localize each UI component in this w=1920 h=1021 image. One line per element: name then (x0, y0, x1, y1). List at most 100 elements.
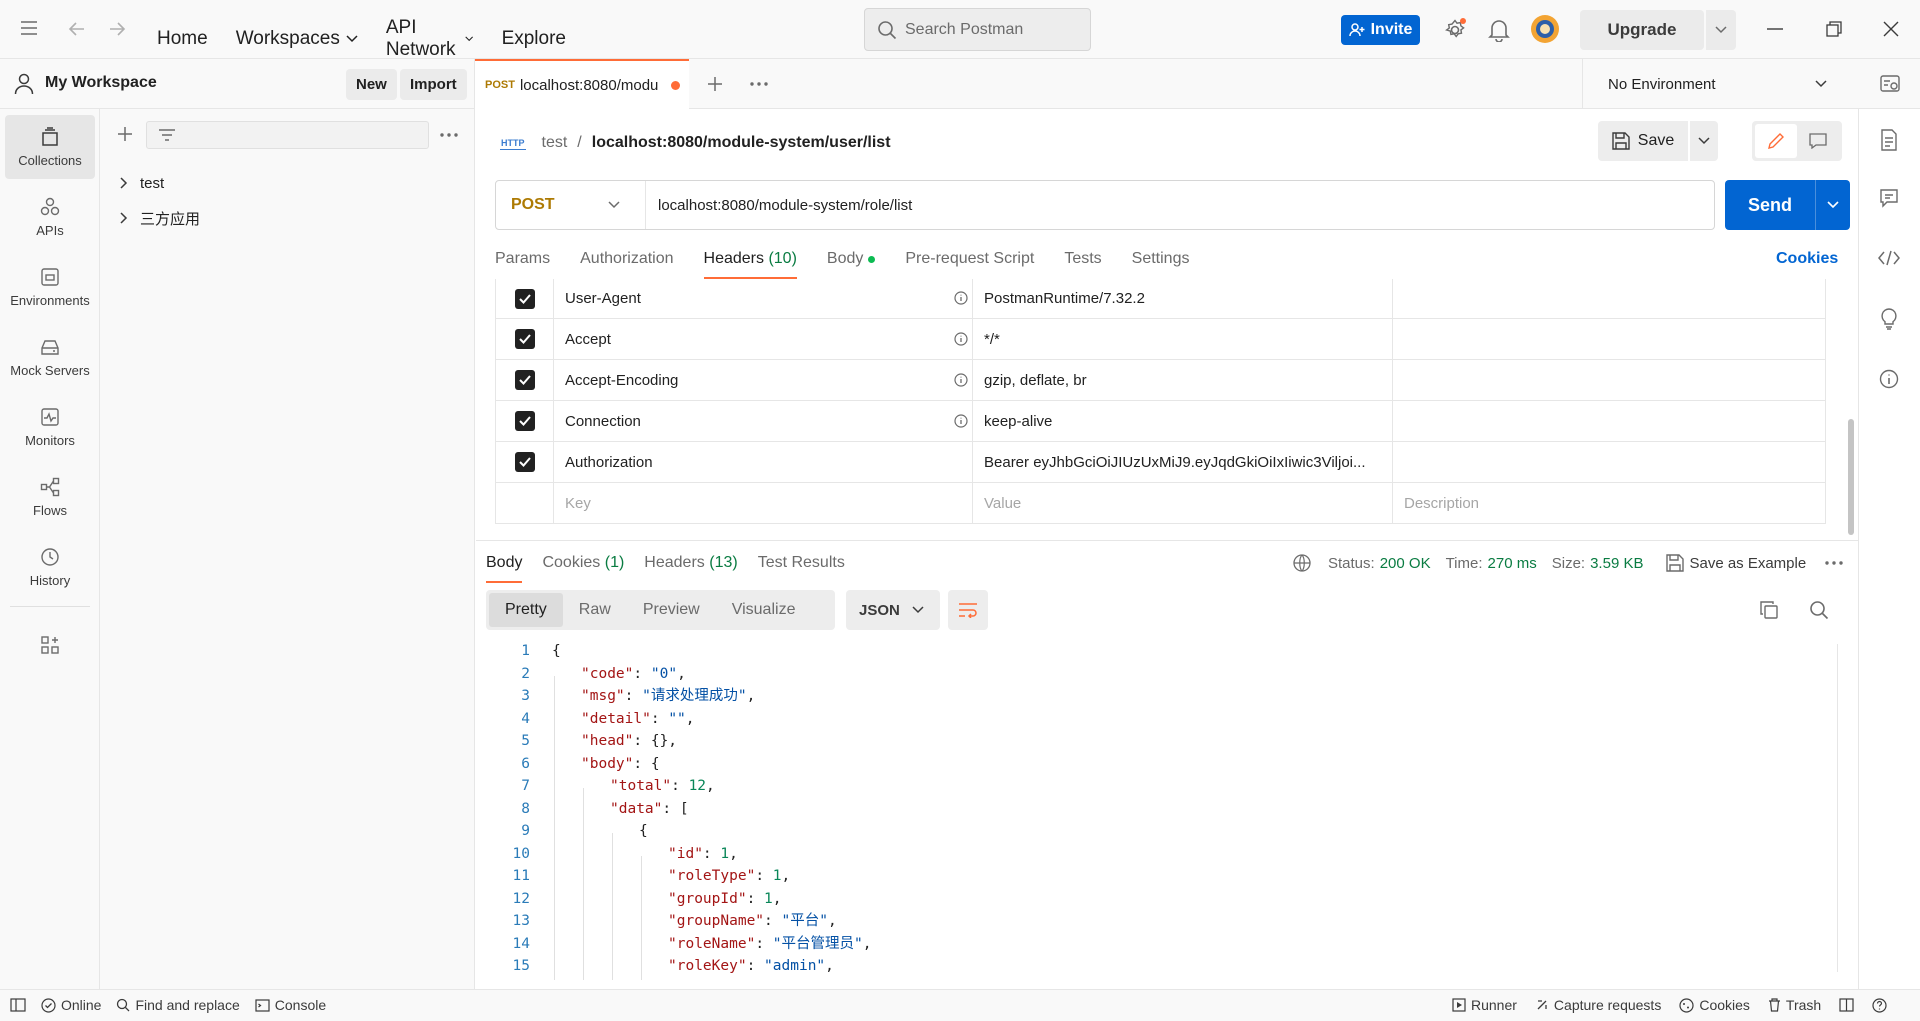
response-tab-test-results[interactable]: Test Results (758, 543, 845, 583)
copy-icon[interactable] (1760, 601, 1778, 619)
collection-item-test[interactable]: test (100, 168, 475, 198)
rail-environments[interactable]: Environments (5, 255, 95, 319)
send-dropdown[interactable] (1816, 180, 1850, 230)
notification-bell-icon[interactable] (1488, 18, 1510, 42)
menu-icon[interactable] (20, 20, 38, 36)
minimize-icon[interactable] (1767, 28, 1783, 30)
trash-button[interactable]: Trash (1768, 997, 1821, 1013)
lightbulb-icon[interactable] (1880, 308, 1898, 330)
runner-button[interactable]: Runner (1452, 997, 1517, 1013)
cookies-button[interactable]: Cookies (1679, 997, 1750, 1013)
edit-pencil-button[interactable] (1755, 124, 1797, 158)
header-value-cell[interactable]: PostmanRuntime/7.32.2 (972, 279, 1392, 318)
header-value-cell[interactable]: */* (972, 319, 1392, 359)
collection-filter-input[interactable] (146, 121, 429, 149)
breadcrumb-request-name[interactable]: localhost:8080/module-system/user/list (592, 134, 891, 152)
header-description-cell[interactable] (1392, 442, 1825, 482)
tab-authorization[interactable]: Authorization (580, 239, 673, 279)
comment-mode-button[interactable] (1797, 124, 1839, 158)
rail-mock-servers[interactable]: Mock Servers (5, 325, 95, 389)
back-arrow-icon[interactable] (68, 20, 86, 38)
info-icon[interactable] (954, 414, 968, 428)
header-description-cell[interactable] (1392, 401, 1825, 441)
new-button[interactable]: New (346, 69, 397, 100)
header-key-cell[interactable]: Authorization (553, 442, 972, 482)
find-replace-button[interactable]: Find and replace (116, 997, 240, 1013)
view-preview[interactable]: Preview (627, 593, 716, 627)
info-icon[interactable] (954, 291, 968, 305)
avatar[interactable] (1530, 14, 1560, 44)
request-tab[interactable]: POST localhost:8080/modu (475, 59, 689, 109)
documentation-icon[interactable] (1879, 129, 1899, 151)
nav-workspaces[interactable]: Workspaces (236, 28, 358, 50)
forward-arrow-icon[interactable] (108, 20, 126, 38)
tab-tests[interactable]: Tests (1064, 239, 1101, 279)
send-main[interactable]: Send (1725, 180, 1815, 230)
configure-sidebar-icon[interactable] (40, 635, 60, 655)
code-scrollbar-track[interactable] (1837, 644, 1845, 972)
cookies-link[interactable]: Cookies (1776, 250, 1838, 268)
capture-requests-button[interactable]: Capture requests (1535, 997, 1661, 1013)
wrap-lines-button[interactable] (948, 590, 988, 630)
header-description-cell[interactable] (1392, 279, 1825, 318)
status-value[interactable]: 200 OK (1380, 555, 1431, 572)
view-visualize[interactable]: Visualize (716, 593, 812, 627)
time-value[interactable]: 270 ms (1488, 555, 1537, 572)
header-description-cell[interactable] (1392, 319, 1825, 359)
new-header-description-input[interactable]: Description (1392, 483, 1825, 523)
tab-body[interactable]: Body (827, 239, 876, 279)
upgrade-dropdown[interactable] (1706, 10, 1736, 50)
import-button[interactable]: Import (400, 69, 467, 100)
header-enabled-checkbox[interactable] (514, 370, 535, 390)
close-window-icon[interactable] (1883, 21, 1899, 37)
tab-params[interactable]: Params (495, 239, 550, 279)
search-input[interactable]: Search Postman (864, 8, 1091, 51)
search-response-icon[interactable] (1809, 600, 1829, 620)
more-options-icon[interactable] (440, 133, 458, 137)
save-dropdown-button[interactable] (1690, 121, 1718, 161)
header-enabled-checkbox[interactable] (514, 288, 535, 309)
collection-item-third-party[interactable]: 三方应用 (100, 203, 475, 233)
header-description-cell[interactable] (1392, 360, 1825, 400)
breadcrumb-collection[interactable]: test (542, 134, 568, 152)
response-tab-body[interactable]: Body (486, 543, 523, 583)
nav-home[interactable]: Home (157, 28, 208, 50)
response-tab-cookies[interactable]: Cookies (1) (542, 543, 624, 583)
view-pretty[interactable]: Pretty (489, 593, 563, 627)
tab-prerequest-script[interactable]: Pre-request Script (905, 239, 1034, 279)
rail-flows[interactable]: Flows (5, 465, 95, 529)
restore-icon[interactable] (1826, 21, 1842, 37)
header-enabled-checkbox[interactable] (514, 329, 535, 349)
header-value-cell[interactable]: keep-alive (972, 401, 1392, 441)
tab-settings[interactable]: Settings (1132, 239, 1190, 279)
header-enabled-checkbox[interactable] (514, 411, 535, 431)
comments-icon[interactable] (1879, 188, 1899, 208)
tab-headers[interactable]: Headers (10) (703, 239, 798, 279)
header-key-cell[interactable]: Accept-Encoding (553, 360, 972, 400)
nav-api-network[interactable]: API Network (386, 17, 474, 61)
save-as-example-button[interactable]: Save as Example (1689, 555, 1806, 572)
response-code-view[interactable]: 1{2 "code": "0", 3 "msg": "请求处理成功", 4 "detail… (476, 640, 1841, 980)
header-key-cell[interactable]: Accept (553, 319, 972, 359)
rail-collections[interactable]: Collections (5, 115, 95, 179)
settings-gear-icon[interactable] (1443, 18, 1467, 42)
view-raw[interactable]: Raw (563, 593, 627, 627)
headers-scrollbar[interactable] (1848, 419, 1854, 535)
code-snippet-icon[interactable] (1878, 250, 1900, 266)
invite-button[interactable]: Invite (1341, 15, 1420, 45)
header-value-cell[interactable]: Bearer eyJhbGciOiJIUzUxMiJ9.eyJqdGkiOiIx… (972, 442, 1392, 482)
help-button[interactable] (1872, 997, 1887, 1013)
new-tab-icon[interactable] (707, 76, 723, 92)
new-header-value-input[interactable]: Value (972, 483, 1392, 523)
header-key-cell[interactable]: Connection (553, 401, 972, 441)
header-value-cell[interactable]: gzip, deflate, br (972, 360, 1392, 400)
more-options-icon[interactable] (1825, 561, 1843, 565)
environment-quick-look-icon[interactable] (1879, 73, 1901, 95)
save-button[interactable]: Save (1598, 121, 1688, 161)
response-tab-headers[interactable]: Headers (13) (644, 543, 737, 583)
format-selector[interactable]: JSON (846, 590, 940, 630)
url-input[interactable]: localhost:8080/module-system/role/list (646, 197, 912, 214)
add-collection-icon[interactable] (117, 126, 133, 142)
info-icon[interactable] (954, 332, 968, 346)
online-status[interactable]: Online (41, 997, 101, 1013)
